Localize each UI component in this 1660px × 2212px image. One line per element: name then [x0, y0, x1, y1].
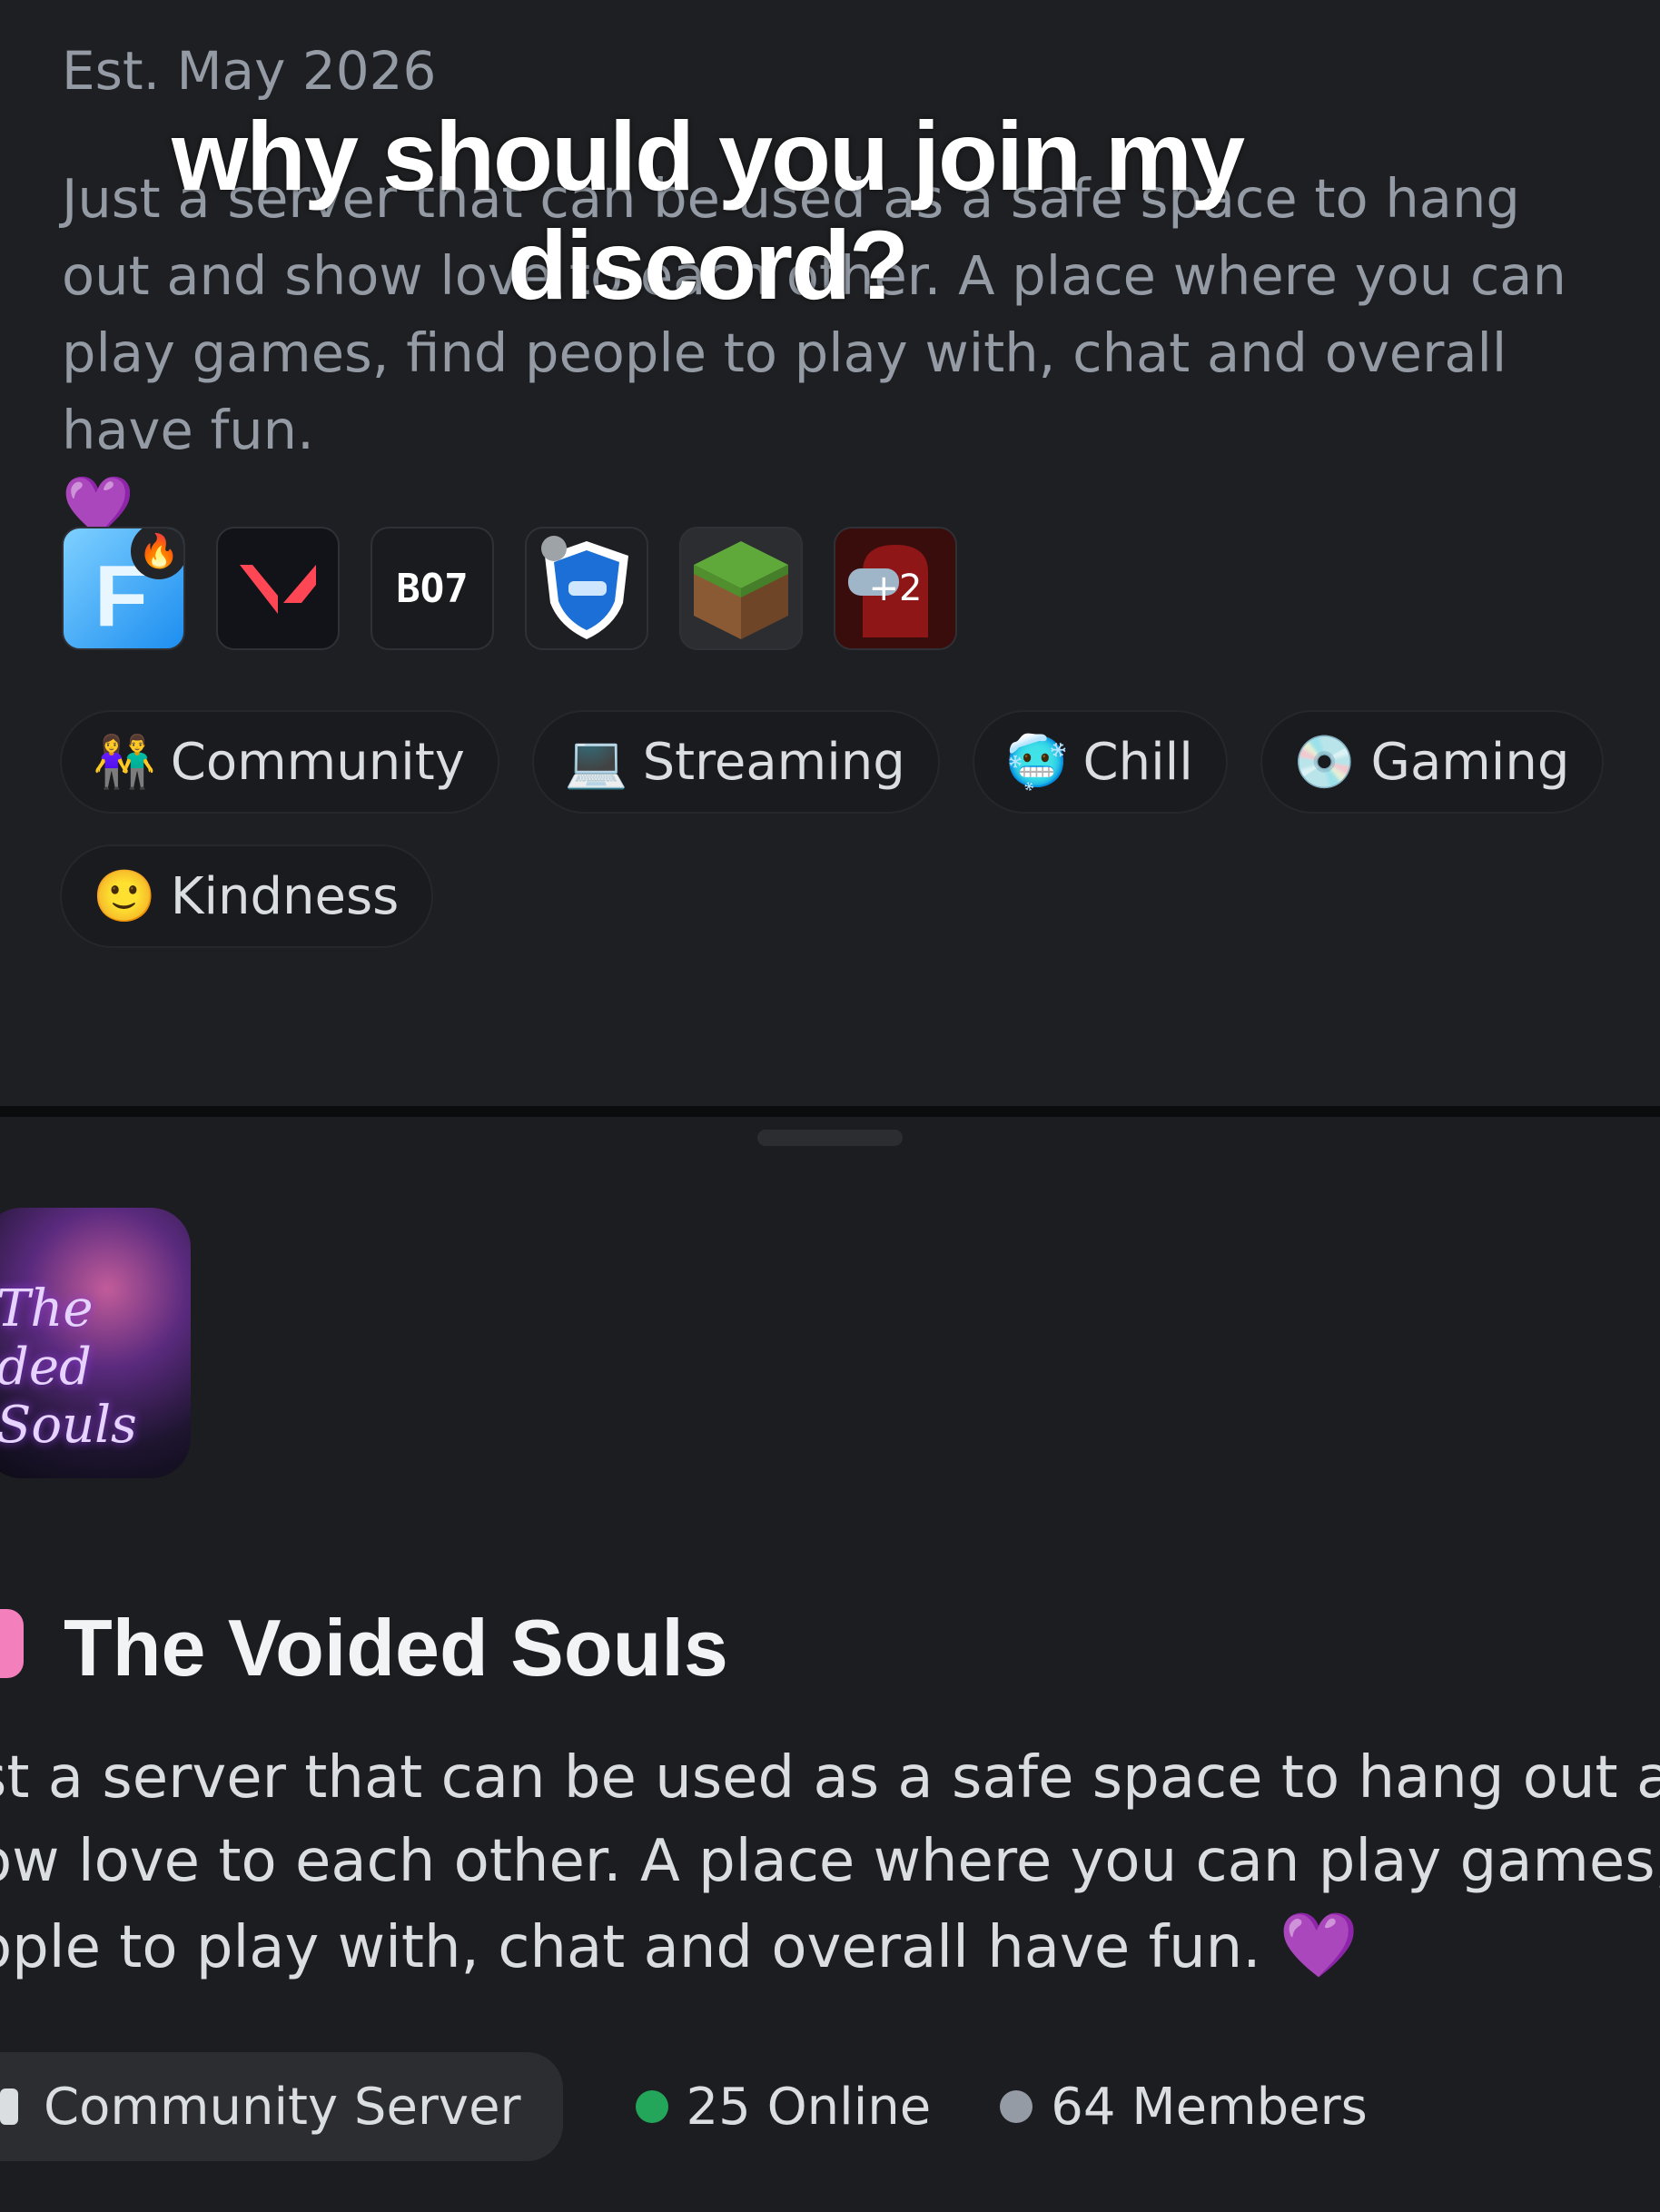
- fortnite-game-icon[interactable]: F 🔥: [62, 527, 185, 650]
- community-label: Community Server: [44, 2077, 521, 2137]
- server-preview-bottom: The ded Souls The Voided Souls st a serv…: [0, 1117, 1660, 2212]
- icon-text-line-2: ded Souls: [0, 1338, 137, 1455]
- tag-label: Community: [170, 732, 465, 792]
- community-server-pill[interactable]: Community Server: [0, 2052, 563, 2161]
- tag-list: 👫 Community 💻 Streaming 🥶 Chill 💿 Gaming 🙂 Ki…: [60, 710, 1640, 948]
- minecraft-game-icon[interactable]: [679, 527, 803, 650]
- description-line-3: ople to play with, chat and overall have…: [0, 1903, 1660, 1990]
- more-games-count: +2: [868, 568, 923, 609]
- tag-chill[interactable]: 🥶 Chill: [972, 710, 1228, 814]
- flame-icon: 🔥: [131, 528, 183, 579]
- disc-icon: 💿: [1292, 733, 1357, 792]
- members-dot-icon: [1000, 2090, 1033, 2123]
- computer-icon: 💻: [564, 733, 628, 792]
- server-preview-top: 25 Online64 Members Est. May 2026 Just a…: [0, 0, 1660, 1110]
- tag-label: Streaming: [642, 732, 905, 792]
- caption-line-2: discord?: [507, 210, 909, 320]
- community-icon: [0, 2089, 18, 2125]
- tag-label: Chill: [1082, 732, 1193, 792]
- among-us-game-icon[interactable]: +2: [834, 527, 957, 650]
- members-count: 64 Members: [398, 0, 715, 12]
- description-line-3-text: ople to play with, chat and overall have…: [0, 1914, 1261, 1981]
- icon-text-line-1: The: [0, 1279, 94, 1338]
- smile-icon: 🙂: [93, 867, 156, 926]
- established-date: Est. May 2026: [62, 40, 437, 102]
- description-line-2: ow love to each other. A place where you…: [0, 1828, 1660, 1895]
- members-stat: 64 Members: [1000, 2078, 1368, 2137]
- bo7-label: BO7: [396, 565, 469, 612]
- valorant-logo-icon: [240, 565, 316, 614]
- drag-handle[interactable]: [757, 1130, 903, 1146]
- rocket-league-game-icon[interactable]: [525, 527, 648, 650]
- tag-streaming[interactable]: 💻 Streaming: [531, 710, 940, 814]
- valorant-game-icon[interactable]: [216, 527, 340, 650]
- tag-gaming[interactable]: 💿 Gaming: [1260, 710, 1605, 814]
- description-line-1: st a server that can be used as a safe s…: [0, 1744, 1660, 1812]
- server-icon[interactable]: The ded Souls: [0, 1208, 191, 1478]
- server-description: st a server that can be used as a safe s…: [0, 1736, 1660, 1990]
- server-icon-text: The ded Souls: [0, 1280, 191, 1455]
- online-stat: 25 Online: [635, 2077, 932, 2137]
- cut-stats: 25 Online 64 Members: [54, 0, 714, 12]
- online-dot-icon: [635, 2090, 668, 2123]
- grass-block-icon: [694, 541, 788, 639]
- bo7-game-icon[interactable]: BO7: [371, 527, 494, 650]
- game-list: F 🔥 BO7 +2: [62, 527, 957, 650]
- video-caption-overlay: why should you join my discord?: [0, 102, 1660, 320]
- caption-line-1: why should you join my: [171, 101, 1245, 211]
- tag-community[interactable]: 👫 Community: [60, 710, 499, 814]
- split-divider: [0, 1106, 1660, 1117]
- members-count: 64 Members: [1051, 2077, 1368, 2137]
- purple-heart-icon: 💜: [1279, 1908, 1359, 1982]
- people-icon: 👫: [93, 733, 156, 792]
- tag-kindness[interactable]: 🙂 Kindness: [60, 844, 434, 948]
- online-count: 25 Online: [686, 2077, 932, 2137]
- tag-label: Kindness: [170, 866, 400, 926]
- tag-label: Gaming: [1370, 732, 1570, 792]
- server-stats: Community Server 25 Online 64 Members: [0, 2052, 1437, 2161]
- cold-face-icon: 🥶: [1004, 733, 1069, 792]
- rocket-league-shield-icon: [541, 536, 628, 639]
- community-badge-icon: [0, 1609, 24, 1678]
- server-name: The Voided Souls: [64, 1603, 728, 1693]
- online-count: 25 Online: [104, 0, 349, 12]
